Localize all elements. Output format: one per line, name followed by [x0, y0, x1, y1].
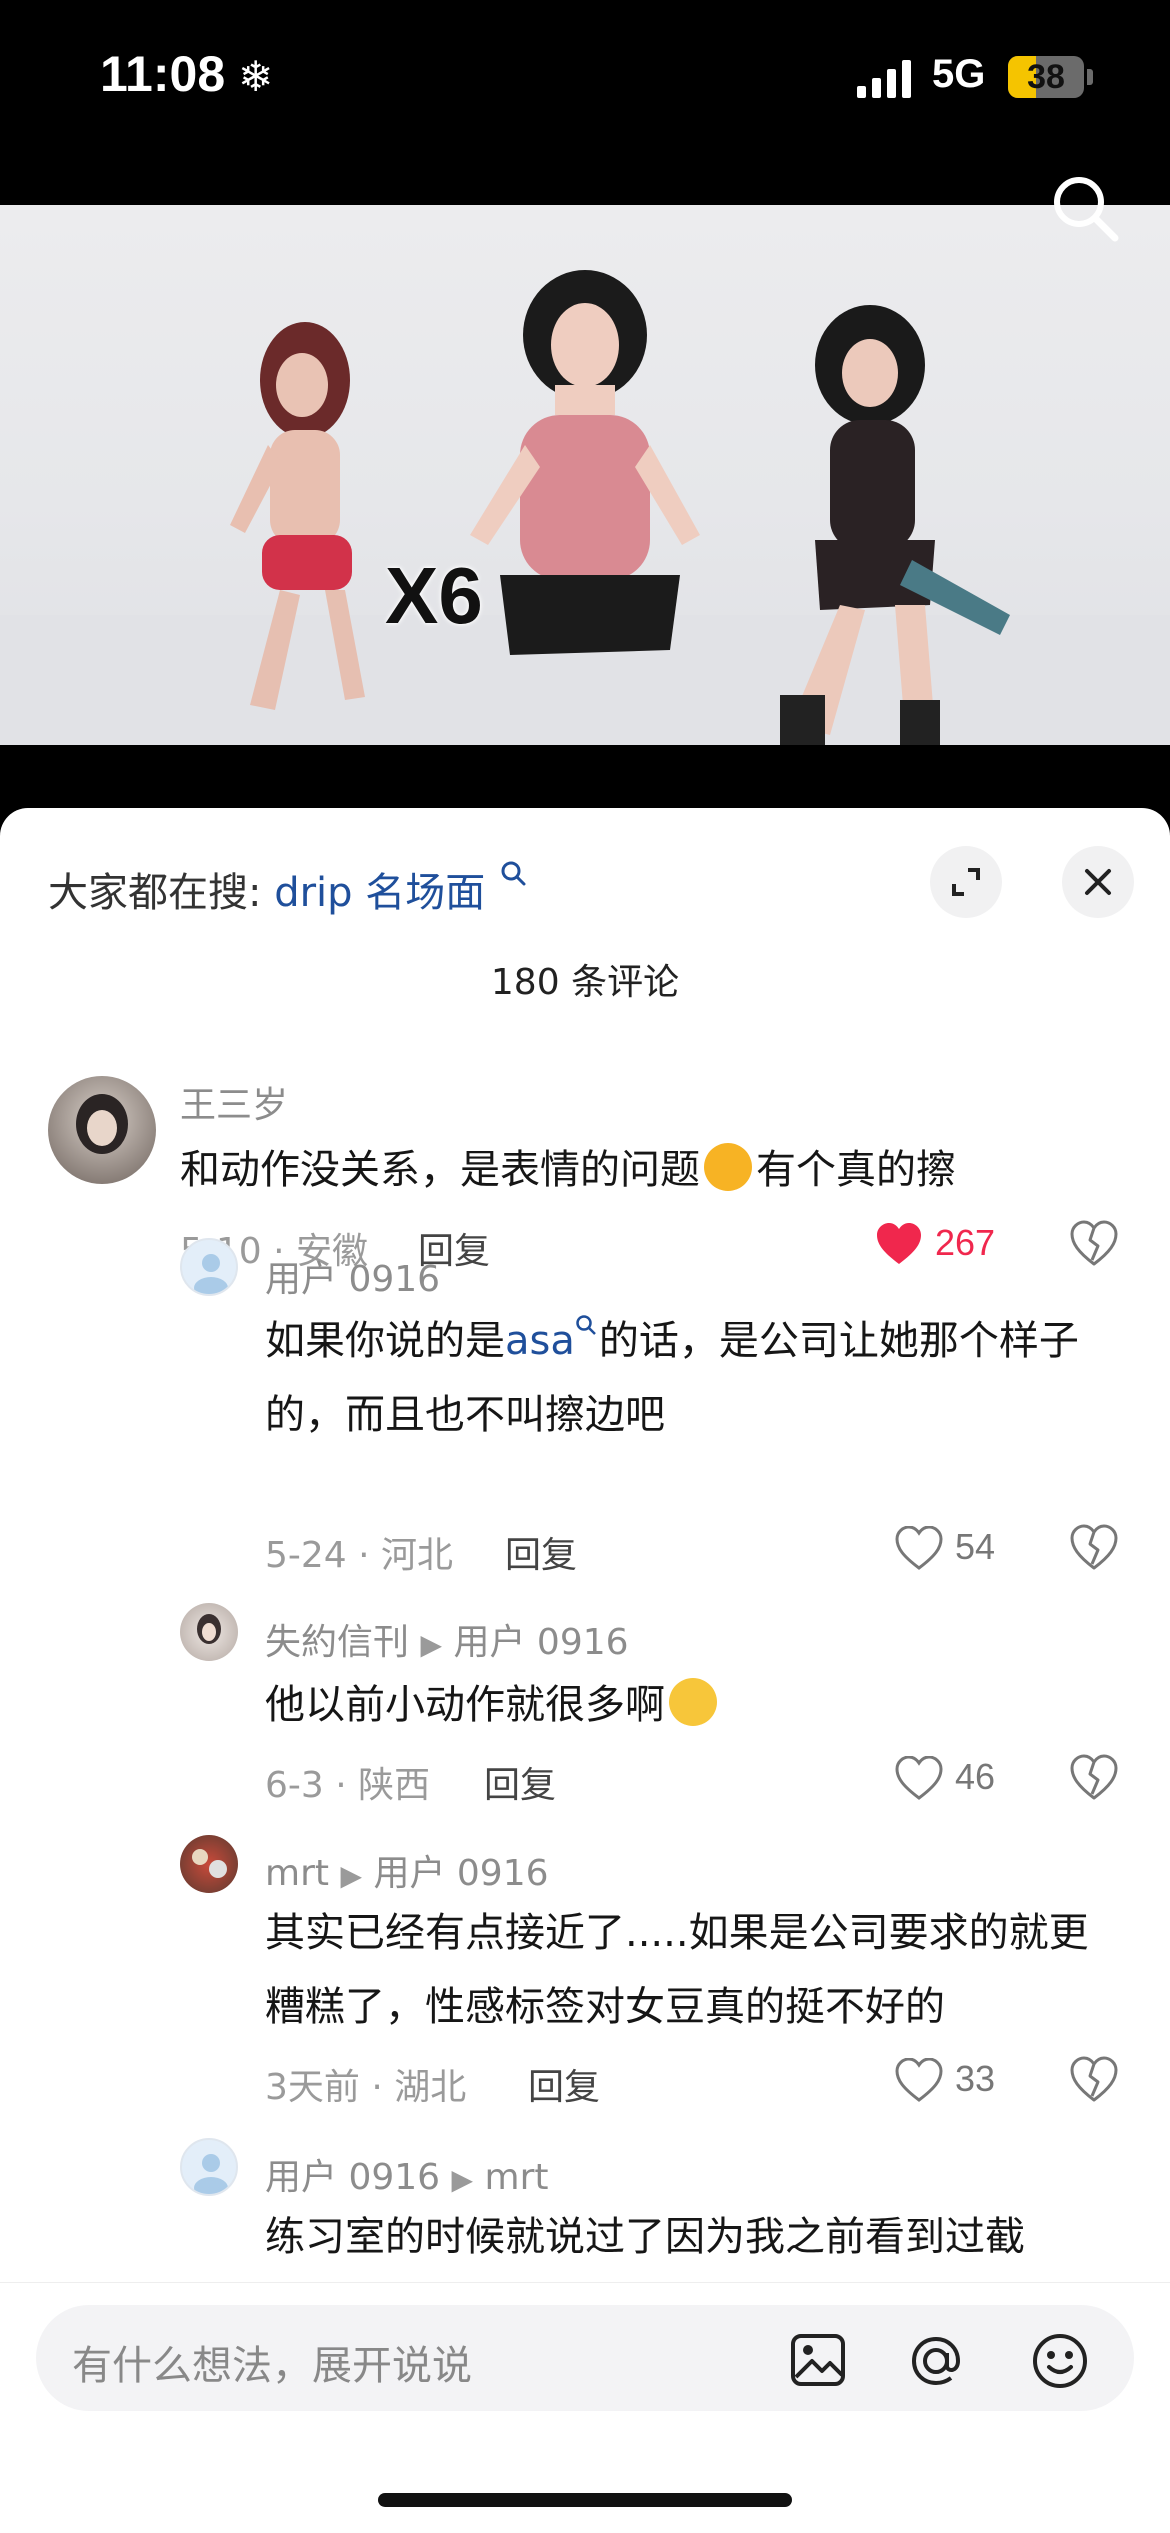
heart-icon	[895, 2058, 943, 2102]
like-count: 54	[955, 1526, 996, 1567]
like-button[interactable]: 46	[895, 1752, 1015, 1802]
expand-icon	[952, 868, 980, 896]
heart-icon	[895, 1756, 943, 1800]
reply-arrow-icon: ▶	[340, 1859, 362, 1892]
comment-username[interactable]: 用户 0916 ▶ mrt	[265, 2148, 549, 2200]
emoji-picker-icon[interactable]	[1030, 2331, 1090, 2391]
comment-sheet: 大家都在搜: drip 名场面 180 条评论 王三岁 和动作没关系，是表情的问…	[0, 808, 1170, 2532]
video-player[interactable]: X6	[0, 205, 1170, 745]
avatar[interactable]	[180, 1238, 238, 1296]
comment-meta: 6-3 · 陕西	[265, 1765, 431, 1806]
comment-text: 练习室的时候就说过了因为我之前看到过截	[265, 2214, 1025, 2260]
comment-link[interactable]: asa	[505, 1318, 575, 1364]
emoji-icon	[704, 1143, 752, 1191]
avatar[interactable]	[180, 1835, 238, 1893]
like-button[interactable]: 267	[875, 1218, 1015, 1268]
reply-target: mrt	[484, 2157, 549, 2198]
video-frame	[230, 270, 1010, 745]
search-small-icon	[576, 1315, 596, 1335]
emoji-icon	[669, 1678, 717, 1726]
comment-text: 其实已经有点接近了.....如果是公司要求的就更糟糕了，性感标签对女豆真的挺不好…	[265, 1910, 1089, 2030]
battery-level: 38	[1027, 58, 1065, 96]
input-placeholder: 有什么想法，展开说说	[72, 2343, 472, 2389]
like-button[interactable]: 54	[895, 1522, 1015, 1572]
heart-filled-icon	[877, 1223, 921, 1264]
home-indicator[interactable]	[378, 2493, 792, 2507]
comment-input[interactable]: 有什么想法，展开说说	[36, 2305, 1134, 2411]
reply-button[interactable]: 回复	[528, 2058, 600, 2110]
dislike-icon[interactable]	[1070, 2056, 1118, 2102]
expand-button[interactable]	[930, 846, 1002, 918]
comment-meta: 5-24 · 河北	[265, 1535, 454, 1576]
comment-username[interactable]: 王三岁	[180, 1076, 288, 1128]
trending-label: 大家都在搜:	[48, 870, 262, 916]
snowflake-icon: ❄	[238, 52, 274, 101]
comment-text: 他以前小动作就很多啊	[265, 1668, 717, 1742]
search-icon[interactable]	[1045, 168, 1125, 248]
battery-icon: 38	[1008, 56, 1084, 98]
mention-icon[interactable]	[906, 2331, 966, 2391]
comment-username[interactable]: mrt ▶ 用户 0916	[265, 1844, 549, 1896]
dislike-icon[interactable]	[1070, 1754, 1118, 1800]
like-button[interactable]: 33	[895, 2054, 1015, 2104]
reply-button[interactable]: 回复	[484, 1756, 556, 1808]
comment-username[interactable]: 用户 0916	[265, 1250, 440, 1302]
image-icon[interactable]	[790, 2333, 846, 2387]
reply-item: 用户 0916 ▶ mrt 练习室的时候就说过了因为我之前看到过截	[0, 808, 1170, 2260]
signal-icon	[857, 60, 911, 98]
comment-text: 如果你说的是asa 的话，是公司让她那个样子的，而且也不叫擦边吧	[265, 1304, 1125, 1452]
reply-arrow-icon: ▶	[420, 1628, 443, 1661]
like-count: 46	[955, 1756, 996, 1797]
status-bar: 11:08 ❄ 5G 38	[0, 0, 1170, 205]
trending-search[interactable]: 大家都在搜: drip 名场面	[48, 860, 528, 918]
avatar[interactable]	[180, 2138, 238, 2196]
comment-input-bar: 有什么想法，展开说说	[0, 2282, 1170, 2533]
video-overlay-text: X6	[385, 551, 483, 640]
status-time: 11:08	[100, 46, 226, 102]
dislike-icon[interactable]	[1070, 1524, 1118, 1570]
comment-meta: 3天前 · 湖北	[265, 2067, 467, 2108]
avatar[interactable]	[48, 1076, 156, 1184]
close-button[interactable]	[1062, 846, 1134, 918]
comment-username[interactable]: 失約信刊 ▶ 用户 0916	[265, 1613, 629, 1665]
close-icon	[1085, 869, 1111, 895]
reply-arrow-icon: ▶	[451, 2163, 474, 2196]
comment-count: 180 条评论	[490, 962, 680, 1003]
reply-target: 用户 0916	[373, 1853, 549, 1894]
search-small-icon	[501, 861, 526, 886]
avatar[interactable]	[180, 1603, 238, 1661]
like-count: 33	[955, 2058, 996, 2099]
network-label: 5G	[932, 52, 986, 96]
comment-text: 和动作没关系，是表情的问题 有个真的擦	[180, 1133, 1080, 1207]
dislike-icon[interactable]	[1070, 1220, 1118, 1266]
like-count: 267	[935, 1222, 996, 1263]
heart-icon	[895, 1526, 943, 1570]
reply-target: 用户 0916	[453, 1622, 629, 1663]
trending-keyword[interactable]: drip 名场面	[274, 870, 485, 916]
reply-button[interactable]: 回复	[505, 1526, 577, 1578]
